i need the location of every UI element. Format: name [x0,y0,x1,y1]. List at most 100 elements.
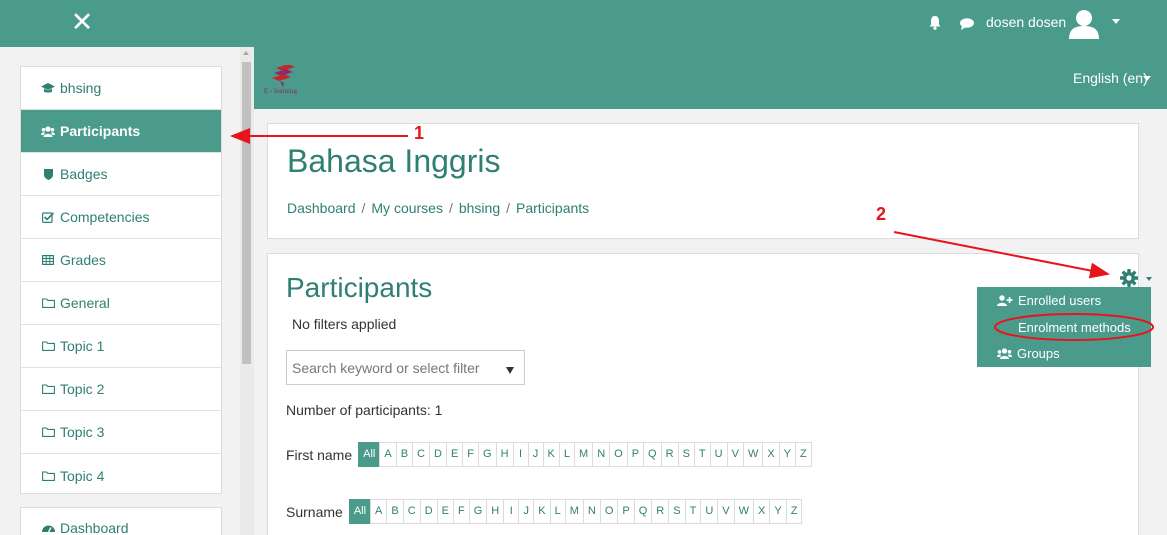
sidebar-item-dashboard[interactable]: Dashboard [21,508,221,535]
brand-bar [254,47,1167,109]
scroll-up-arrow-icon[interactable] [243,51,249,55]
initial-letter-button[interactable]: G [468,499,488,524]
initial-letter-button[interactable]: A [379,442,397,467]
language-caret-icon[interactable] [1143,76,1151,81]
dropdown-arrow-icon[interactable] [506,367,514,374]
initial-letter-button[interactable]: V [717,499,735,524]
initial-letter-button[interactable]: Y [778,442,797,467]
initial-letter-button[interactable]: Q [633,499,653,524]
initial-letter-button[interactable]: D [419,499,438,524]
initial-letter-button[interactable]: X [753,499,771,524]
language-menu[interactable]: English (en) [1073,70,1148,86]
initial-letter-button[interactable]: R [651,499,670,524]
initial-letter-button[interactable]: M [564,499,584,524]
section-title: Participants [286,272,433,303]
initial-letter-button[interactable]: O [599,499,619,524]
initial-letter-button[interactable]: C [402,499,421,524]
sidebar-item-general[interactable]: General [21,282,221,325]
initial-letter-button[interactable]: V [726,442,744,467]
initial-letter-button[interactable]: W [733,499,755,524]
initial-letter-button[interactable]: E [445,442,464,467]
sidebar-item-bhsing[interactable]: bhsing [21,67,221,110]
initial-letter-button[interactable]: E [436,499,454,524]
initial-letter-button[interactable]: J [518,499,535,524]
initial-letter-button[interactable]: M [574,442,594,467]
check-square-icon [41,211,55,223]
initial-letter-button[interactable]: U [709,442,728,467]
initial-letter-button[interactable]: I [503,499,520,524]
breadcrumb-dashboard[interactable]: Dashboard [287,200,356,216]
sidebar-item-label: Participants [60,123,141,139]
sidebar-item-topic-4[interactable]: Topic 4 [21,454,221,497]
drawer-scrollbar-thumb[interactable] [242,62,251,364]
initial-letter-button[interactable]: L [558,442,576,467]
initial-all-button[interactable]: All [348,499,372,524]
initial-letter-button[interactable]: H [486,499,505,524]
first-name-letters: All ABCDEFGHIJKLMNOPQRSTUVWXYZ [358,442,812,467]
breadcrumb-course[interactable]: bhsing [459,200,500,216]
surname-initials-bar: Surname All ABCDEFGHIJKLMNOPQRSTUVWXYZ [286,499,803,524]
sidebar-item-competencies[interactable]: Competencies [21,196,221,239]
participant-count: Number of participants: 1 [286,402,443,418]
initial-all-button[interactable]: All [358,442,381,467]
menu-item-groups[interactable]: Groups [997,346,1060,361]
initial-letter-button[interactable]: A [370,499,388,524]
sidebar-item-topic-2[interactable]: Topic 2 [21,368,221,411]
user-avatar-icon[interactable] [1069,9,1099,44]
graduation-cap-icon [41,82,55,94]
user-name[interactable]: dosen dosen [986,14,1066,30]
initial-letter-button[interactable]: X [762,442,780,467]
sidebar-item-grades[interactable]: Grades [21,239,221,282]
initial-letter-button[interactable]: O [609,442,628,467]
initial-letter-button[interactable]: N [592,442,611,467]
initial-letter-button[interactable]: L [549,499,566,524]
breadcrumb-participants[interactable]: Participants [516,200,589,216]
sidebar-item-participants[interactable]: Participants [21,110,221,153]
initial-letter-button[interactable]: D [429,442,447,467]
sidebar-item-topic-1[interactable]: Topic 1 [21,325,221,368]
initial-letter-button[interactable]: K [533,499,551,524]
chat-icon[interactable] [960,17,974,35]
menu-item-label: Enrolled users [1018,293,1102,308]
initial-letter-button[interactable]: J [527,442,544,467]
initial-letter-button[interactable]: Z [795,442,812,467]
initial-letter-button[interactable]: R [660,442,679,467]
initial-letter-button[interactable]: I [512,442,529,467]
initial-letter-button[interactable]: H [495,442,514,467]
initial-letter-button[interactable]: K [542,442,560,467]
menu-item-enrolled-users[interactable]: Enrolled users [997,293,1101,308]
initial-letter-button[interactable]: S [677,442,695,467]
initial-letter-button[interactable]: S [668,499,686,524]
initial-letter-button[interactable]: P [626,442,645,467]
initial-letter-button[interactable]: U [700,499,719,524]
search-filter-select[interactable]: Search keyword or select filter [286,350,525,385]
breadcrumb-my-courses[interactable]: My courses [371,200,443,216]
initial-letter-button[interactable]: P [617,499,635,524]
bell-icon[interactable] [929,16,941,35]
folder-icon [41,470,55,481]
initial-letter-button[interactable]: T [684,499,702,524]
menu-item-enrolment-methods[interactable]: Enrolment methods [1018,320,1131,335]
initial-letter-button[interactable]: C [412,442,430,467]
initial-letter-button[interactable]: N [582,499,601,524]
initial-letter-button[interactable]: F [462,442,480,467]
initial-letter-button[interactable]: W [742,442,764,467]
user-menu-caret-icon[interactable] [1112,19,1120,24]
initial-letter-button[interactable]: T [693,442,711,467]
user-plus-icon [997,295,1013,306]
sidebar-item-topic-3[interactable]: Topic 3 [21,411,221,454]
initial-letter-button[interactable]: Q [643,442,662,467]
gear-caret-icon[interactable] [1146,277,1152,281]
close-icon[interactable]: ✕ [68,8,96,36]
initial-letter-button[interactable]: B [395,442,414,467]
breadcrumb-separator: / [506,200,511,216]
sidebar-item-badges[interactable]: Badges [21,153,221,196]
initial-letter-button[interactable]: Y [769,499,787,524]
logo-text: E - learning [264,87,298,95]
sidebar-item-label: Topic 2 [60,381,105,397]
initial-letter-button[interactable]: G [478,442,497,467]
site-logo[interactable]: E - learning [264,64,312,100]
initial-letter-button[interactable]: F [452,499,470,524]
initial-letter-button[interactable]: B [386,499,404,524]
initial-letter-button[interactable]: Z [785,499,803,524]
